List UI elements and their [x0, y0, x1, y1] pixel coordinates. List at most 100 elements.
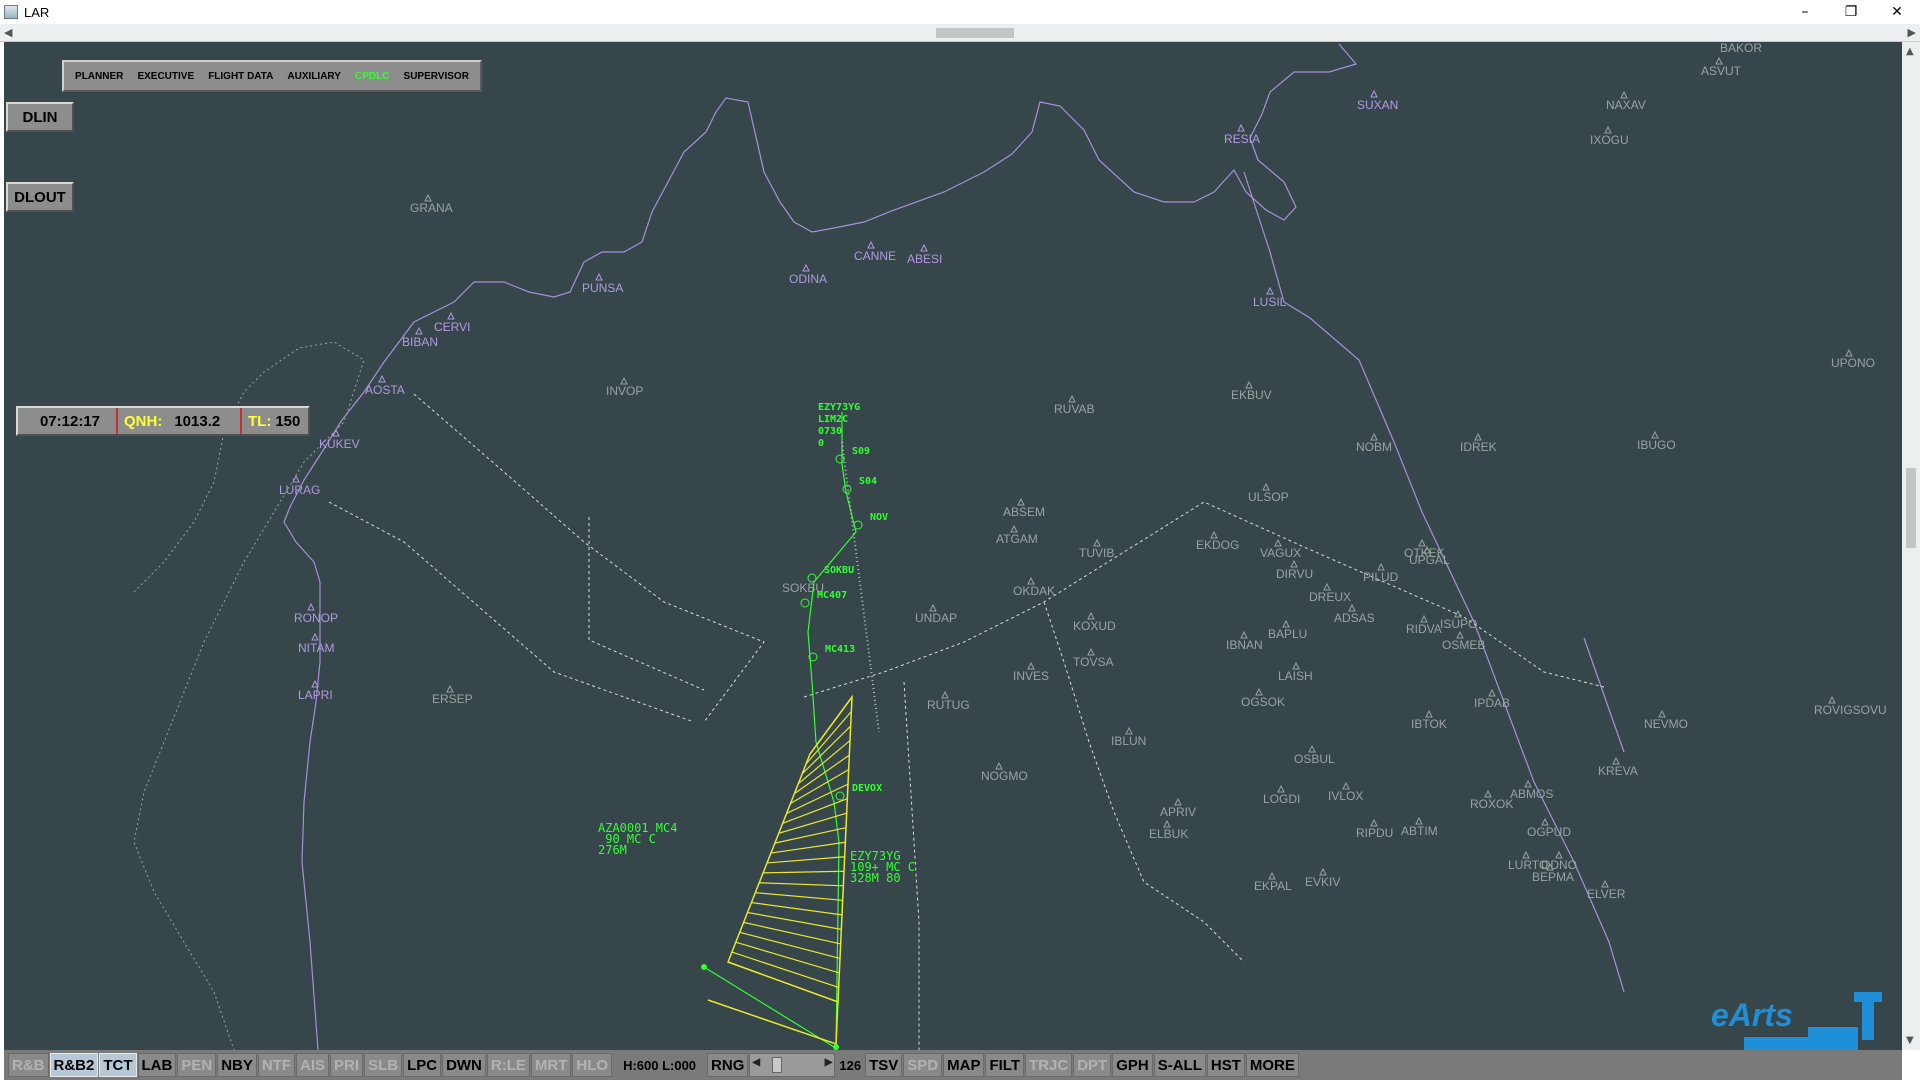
border-fix-canne[interactable]: CANNE	[854, 249, 896, 263]
fix-apriv[interactable]: APRIV	[1160, 805, 1196, 819]
horizontal-scrollbar[interactable]: ◀ ▶	[0, 24, 1920, 42]
toolbar-map-button[interactable]: MAP	[943, 1053, 985, 1077]
fix-rovigsovu[interactable]: ROVIGSOVU	[1814, 703, 1887, 717]
fix-kreva[interactable]: KREVA	[1598, 764, 1638, 778]
dlin-button[interactable]: DLIN	[6, 102, 74, 132]
scroll-left-icon[interactable]: ◀	[4, 26, 12, 39]
vertical-scrollbar[interactable]: ▲ ▼	[1902, 42, 1920, 1050]
fix-ulsop[interactable]: ULSOP	[1248, 490, 1289, 504]
fix-logdi[interactable]: LOGDI	[1263, 792, 1300, 806]
fix-ixogu[interactable]: IXOGU	[1590, 133, 1629, 147]
route-fix-devox[interactable]: DEVOX	[852, 783, 882, 794]
toolbar-hst-button[interactable]: HST	[1206, 1053, 1245, 1077]
fix-abmos[interactable]: ABMOS	[1510, 787, 1553, 801]
fix-ibugo[interactable]: IBUGO	[1637, 438, 1676, 452]
toolbar-trjc-button[interactable]: TRJC	[1025, 1053, 1073, 1077]
flight-label[interactable]: AZA0001 MC4 90 MC C 276M	[598, 821, 677, 857]
toolbar-spd-button[interactable]: SPD	[903, 1053, 943, 1077]
fix-elver[interactable]: ELVER	[1587, 887, 1626, 901]
range-slider-knob[interactable]	[772, 1057, 783, 1073]
role-executive[interactable]: EXECUTIVE	[137, 71, 194, 82]
role-flight-data[interactable]: FLIGHT DATA	[208, 71, 273, 82]
fix-ipdab[interactable]: IPDAB	[1474, 696, 1510, 710]
fix-ibtok[interactable]: IBTOK	[1411, 717, 1447, 731]
dlout-button[interactable]: DLOUT	[6, 182, 74, 212]
fix-grana[interactable]: GRANA	[410, 201, 453, 215]
toolbar-dpt-button[interactable]: DPT	[1073, 1053, 1112, 1077]
toolbar-r-b2-button[interactable]: R&B2	[49, 1053, 99, 1077]
fix-vagux[interactable]: VAGUX	[1260, 546, 1301, 560]
range-slider[interactable]: ◀ ▶	[749, 1053, 836, 1077]
radar-display[interactable]: BAKOR ASVUT NAXAV IXOGU GRANA INVOP RUVAB EKBUV…	[4, 42, 1902, 1050]
fix-ekpal[interactable]: EKPAL	[1254, 879, 1292, 893]
border-fix-suxan[interactable]: SUXAN	[1357, 98, 1398, 112]
fix-ridva[interactable]: RIDVA	[1406, 622, 1442, 636]
border-fix-punsa[interactable]: PUNSA	[582, 281, 623, 295]
fix-isupo[interactable]: ISUPO	[1440, 617, 1477, 631]
route-fix-mc413[interactable]: MC413	[825, 644, 855, 655]
fix-dirvu[interactable]: DIRVU	[1276, 567, 1313, 581]
fix-ogpud[interactable]: OGPUD	[1527, 825, 1571, 839]
toolbar-mrt-button[interactable]: MRT	[530, 1053, 572, 1077]
fix-ivlox[interactable]: IVLOX	[1328, 789, 1363, 803]
border-fix-aosta[interactable]: AOSTA	[365, 383, 405, 397]
range-right-icon[interactable]: ▶	[825, 1057, 833, 1068]
toolbar-gph-button[interactable]: GPH	[1112, 1053, 1153, 1077]
fix-undap[interactable]: UNDAP	[915, 611, 957, 625]
fix-nogmo[interactable]: NOGMO	[981, 769, 1028, 783]
scroll-up-icon[interactable]: ▲	[1906, 46, 1914, 57]
aircraft-position-icon[interactable]	[701, 964, 707, 970]
border-fix-lapri[interactable]: LAPRI	[298, 688, 333, 702]
fix-ekdog[interactable]: EKDOG	[1196, 538, 1239, 552]
minimize-button[interactable]: –	[1782, 0, 1828, 24]
flight-label[interactable]: EZY73YG LIM2C 0730 0	[818, 402, 860, 449]
fix-nobm[interactable]: NOBM	[1356, 440, 1392, 454]
toolbar-tsv-button[interactable]: TSV	[865, 1053, 903, 1077]
toolbar-r-le-button[interactable]: R:LE	[486, 1053, 530, 1077]
fix-abtim[interactable]: ABTIM	[1401, 824, 1438, 838]
toolbar-pen-button[interactable]: PEN	[177, 1053, 217, 1077]
horizontal-scroll-thumb[interactable]	[936, 28, 1014, 38]
fix-laish[interactable]: LAISH	[1278, 669, 1313, 683]
toolbar-pri-button[interactable]: PRI	[330, 1053, 364, 1077]
fix-ruvab[interactable]: RUVAB	[1054, 402, 1094, 416]
border-fix-cervi[interactable]: CERVI	[434, 320, 470, 334]
fix-invop[interactable]: INVOP	[606, 384, 643, 398]
toolbar-hlo-button[interactable]: HLO	[572, 1053, 613, 1077]
fix-bakor[interactable]: BAKOR	[1720, 42, 1762, 55]
restore-button[interactable]: ❐	[1828, 0, 1874, 24]
border-fix-abesi[interactable]: ABESI	[907, 252, 942, 266]
fix-roxok[interactable]: ROXOK	[1470, 797, 1513, 811]
route-fix-sokbu[interactable]: SOKBU	[824, 565, 854, 576]
fix-absem[interactable]: ABSEM	[1003, 505, 1045, 519]
fix-elbuk[interactable]: ELBUK	[1149, 827, 1188, 841]
toolbar-ntf-button[interactable]: NTF	[257, 1053, 296, 1077]
route-fix-mc407[interactable]: MC407	[817, 590, 847, 601]
role-auxiliary[interactable]: AUXILIARY	[287, 71, 341, 82]
fix-ersep[interactable]: ERSEP	[432, 692, 473, 706]
toolbar-slb-button[interactable]: SLB	[364, 1053, 403, 1077]
role-cpdlc[interactable]: CPDLC	[355, 71, 389, 82]
fix-upono[interactable]: UPONO	[1831, 356, 1875, 370]
route-fix-nov[interactable]: NOV	[870, 512, 888, 523]
fix-pilud[interactable]: PILUD	[1363, 570, 1399, 584]
border-fix-resia[interactable]: RESIA	[1224, 132, 1260, 146]
border-fix-kukev[interactable]: KUKEV	[319, 437, 360, 451]
fix-bepma[interactable]: BEPMA	[1532, 870, 1574, 884]
height-filter[interactable]: H:600 L:000	[613, 1053, 707, 1077]
fix-rutug[interactable]: RUTUG	[927, 698, 970, 712]
fix-asvut[interactable]: ASVUT	[1701, 64, 1742, 78]
border-fix-lurag[interactable]: LURAG	[279, 483, 320, 497]
scroll-right-icon[interactable]: ▶	[1908, 26, 1916, 39]
fix-dreux[interactable]: DREUX	[1309, 590, 1351, 604]
border-fix-ronop[interactable]: RONOP	[294, 611, 338, 625]
fix-ripdu[interactable]: RIPDU	[1356, 826, 1393, 840]
fix-ibnan[interactable]: IBNAN	[1226, 638, 1263, 652]
fix-baplu[interactable]: BAPLU	[1268, 627, 1307, 641]
toolbar-filt-button[interactable]: FILT	[985, 1053, 1025, 1077]
toolbar-lab-button[interactable]: LAB	[137, 1053, 177, 1077]
toolbar-dwn-button[interactable]: DWN	[442, 1053, 486, 1077]
close-button[interactable]: ✕	[1874, 0, 1920, 24]
toolbar-lpc-button[interactable]: LPC	[403, 1053, 442, 1077]
fix-iblun[interactable]: IBLUN	[1111, 734, 1146, 748]
